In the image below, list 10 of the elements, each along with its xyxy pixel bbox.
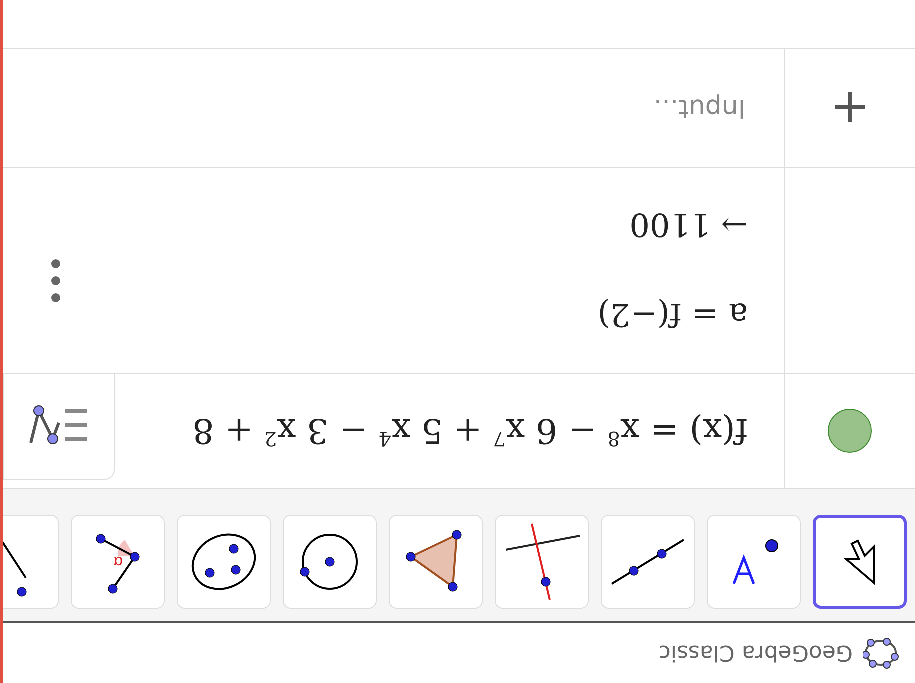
tool-button[interactable]	[813, 515, 907, 609]
window-title: GeoGebra Classic	[658, 640, 853, 666]
algebra-style-button[interactable]	[3, 374, 115, 480]
definition-text: a = f(−2)	[598, 296, 748, 334]
more-menu-icon[interactable]	[51, 259, 61, 303]
app-logo-icon	[863, 637, 899, 669]
result-value: → 1100	[628, 206, 748, 244]
tool-button[interactable]: α	[71, 515, 165, 609]
visibility-toggle[interactable]	[828, 409, 872, 453]
add-button[interactable]: +	[830, 80, 870, 136]
